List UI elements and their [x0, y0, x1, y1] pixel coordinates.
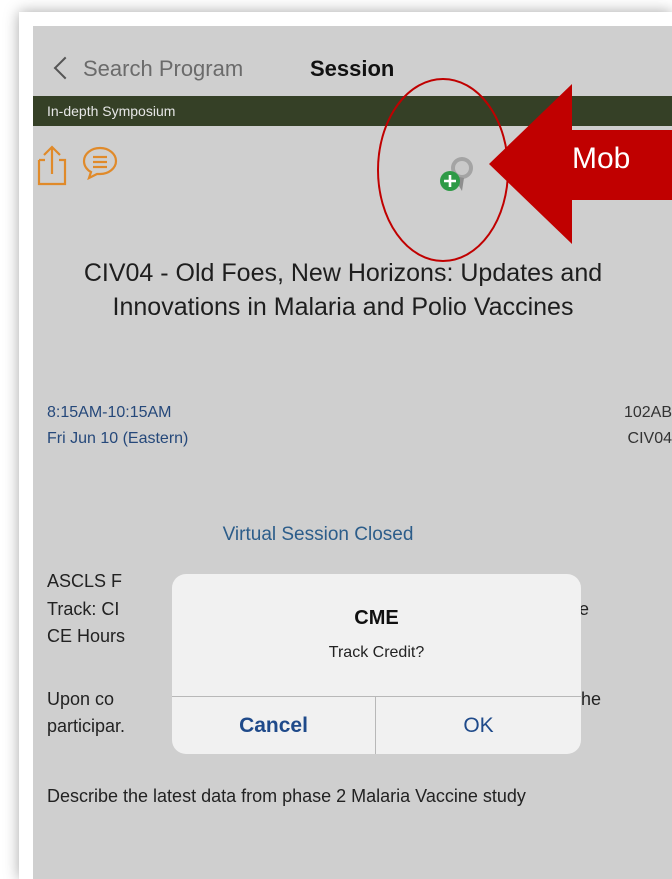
highlight-circle	[377, 78, 509, 262]
screenshot-frame: Search Program Session In-depth Symposiu…	[19, 12, 672, 879]
annotation-label: Mob	[572, 142, 631, 175]
